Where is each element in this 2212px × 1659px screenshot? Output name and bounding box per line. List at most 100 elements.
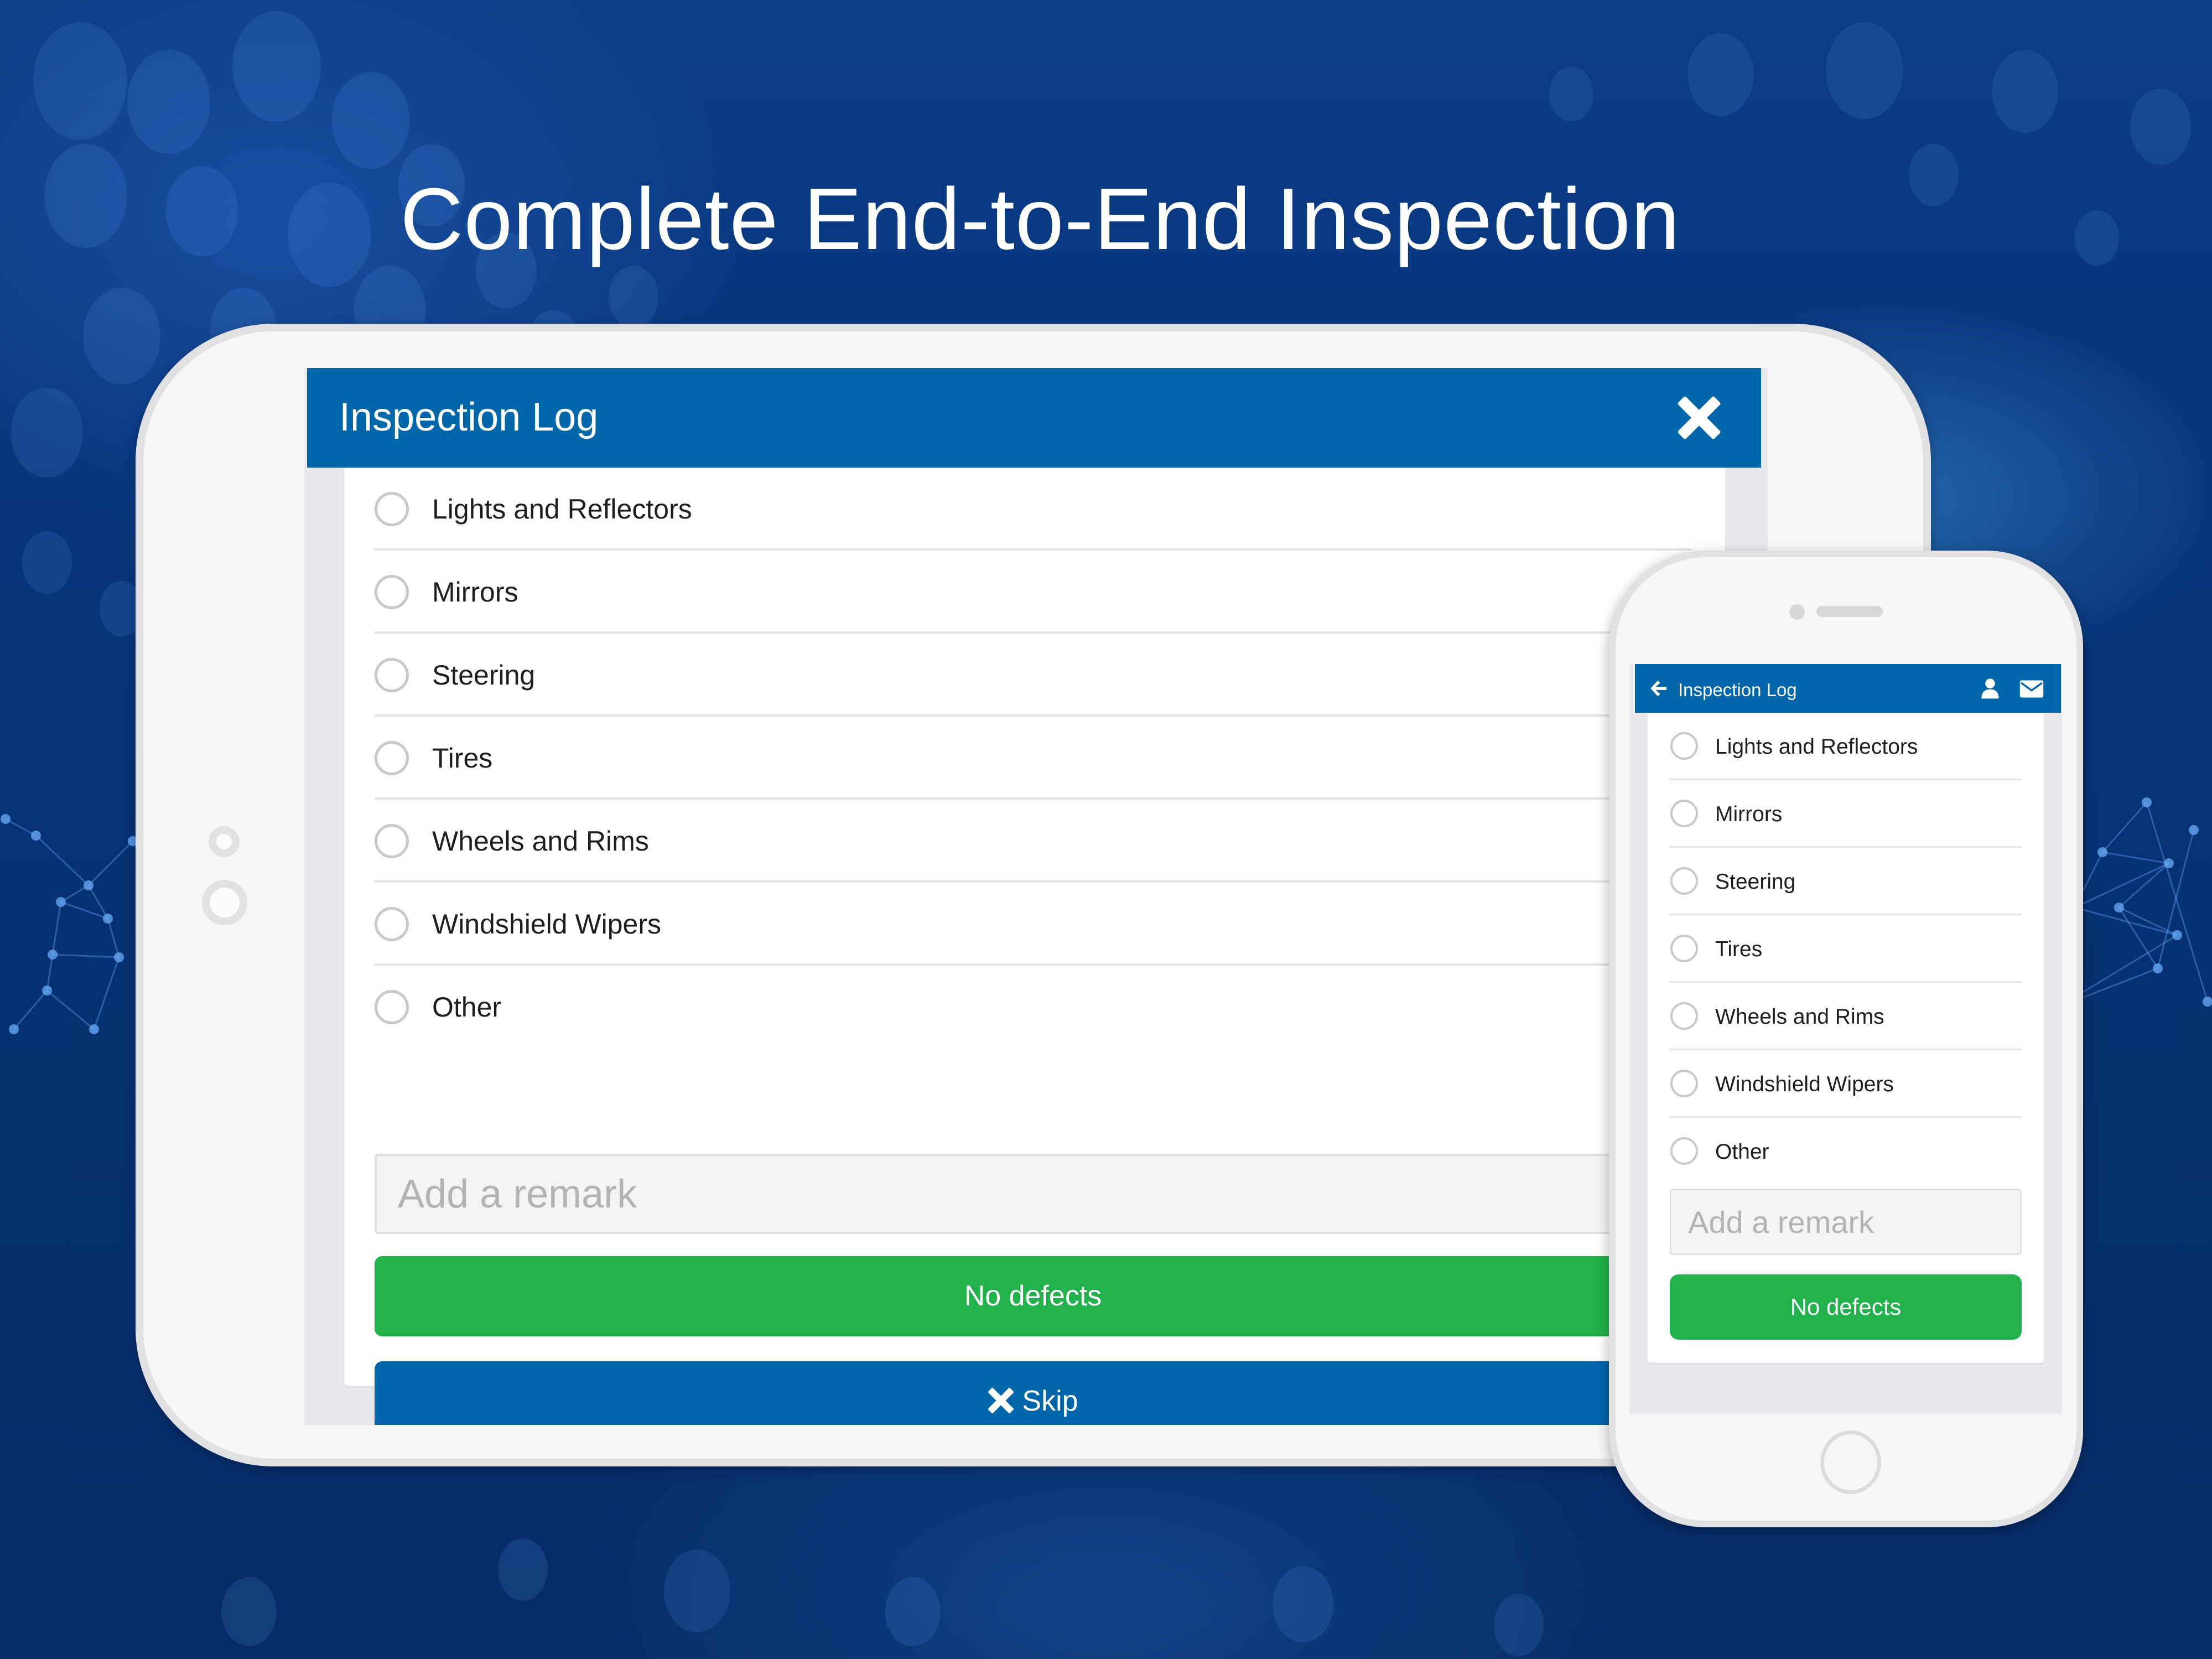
bokeh-circle: [1826, 22, 1903, 119]
radio-button[interactable]: [375, 741, 409, 775]
network-node: [84, 880, 94, 890]
network-node: [9, 1024, 19, 1034]
envelope-icon[interactable]: [2019, 680, 2044, 698]
checklist-item[interactable]: Windshield Wipers: [1669, 1050, 2022, 1118]
checklist-item[interactable]: Lights and Reflectors: [1669, 713, 2022, 780]
radio-button[interactable]: [1670, 732, 1698, 760]
bokeh-circle: [664, 1549, 730, 1632]
checklist-item[interactable]: Steering: [375, 634, 1691, 717]
network-edge: [60, 884, 89, 903]
radio-button[interactable]: [1670, 800, 1698, 827]
bokeh-circle: [33, 22, 127, 140]
radio-button[interactable]: [1670, 1002, 1698, 1030]
tablet-camera-icon: [209, 826, 240, 857]
network-edge: [2101, 802, 2148, 853]
page-headline: Complete End-to-End Inspection: [400, 170, 1680, 268]
checklist-item-label: Other: [1715, 1140, 1769, 1164]
network-edge: [2074, 906, 2178, 936]
network-node: [31, 831, 41, 841]
network-node: [2189, 825, 2199, 835]
checklist-item-label: Tires: [1715, 937, 1763, 961]
radio-button[interactable]: [375, 824, 409, 858]
network-node: [2203, 997, 2212, 1007]
bokeh-circle: [1494, 1594, 1544, 1656]
checklist-item-label: Mirrors: [1715, 802, 1783, 826]
network-node: [2164, 858, 2174, 868]
checklist-item-label: Other: [432, 992, 502, 1023]
no-defects-button-label: No defects: [964, 1280, 1102, 1312]
checklist-item[interactable]: Tires: [1669, 915, 2022, 983]
checklist-item[interactable]: Mirrors: [1669, 780, 2022, 848]
checklist-item-label: Windshield Wipers: [1715, 1072, 1894, 1096]
phone-speaker: [1816, 606, 1883, 617]
checklist-item[interactable]: Wheels and Rims: [1669, 983, 2022, 1050]
radio-button[interactable]: [375, 575, 409, 609]
network-edge: [60, 901, 108, 920]
bokeh-circle: [232, 11, 321, 122]
checklist-item[interactable]: Steering: [1669, 848, 2022, 915]
bokeh-circle: [332, 72, 409, 169]
network-node: [114, 952, 124, 962]
bokeh-circle: [2075, 210, 2119, 266]
radio-button[interactable]: [375, 492, 409, 526]
checklist-item-label: Steering: [432, 660, 536, 691]
bokeh-circle: [885, 1577, 941, 1646]
phone-screen: Inspection Log Lights and Reflectors Mir…: [1629, 664, 2062, 1414]
checklist-item[interactable]: Other: [1669, 1118, 2022, 1185]
user-icon[interactable]: [1980, 677, 2000, 699]
network-edge: [46, 954, 54, 991]
network-edge: [5, 818, 37, 837]
radio-button[interactable]: [1670, 1070, 1698, 1097]
bokeh-circle: [83, 288, 160, 385]
tablet-header-bar: Inspection Log: [307, 368, 1761, 468]
bokeh-circle: [1549, 66, 1593, 122]
bokeh-circle: [498, 1538, 548, 1601]
network-edge: [2146, 802, 2209, 1002]
checklist-item-label: Mirrors: [432, 577, 518, 608]
bokeh-circle: [1273, 1566, 1333, 1642]
checklist-item[interactable]: Windshield Wipers: [375, 883, 1691, 966]
network-node: [103, 914, 113, 924]
checklist-item[interactable]: Tires: [375, 717, 1691, 800]
no-defects-button[interactable]: No defects: [1670, 1274, 2022, 1340]
bokeh-circle: [1687, 33, 1754, 116]
no-defects-button-label: No defects: [1790, 1294, 1902, 1320]
phone-inspection-card: Lights and Reflectors Mirrors Steering T…: [1648, 713, 2044, 1363]
phone-header-title: Inspection Log: [1678, 680, 1797, 700]
remark-input[interactable]: [1670, 1189, 2022, 1255]
radio-button[interactable]: [1670, 1137, 1698, 1165]
network-edge: [87, 885, 109, 919]
close-icon: [988, 1387, 1014, 1414]
bokeh-circle: [221, 1577, 277, 1646]
network-edge: [46, 989, 95, 1030]
radio-button[interactable]: [375, 907, 409, 941]
arrow-left-icon[interactable]: [1648, 678, 1668, 698]
network-edge: [2118, 907, 2159, 969]
network-edge: [87, 840, 134, 886]
checklist-item[interactable]: Lights and Reflectors: [375, 468, 1691, 551]
no-defects-button[interactable]: No defects: [375, 1256, 1691, 1336]
bokeh-circle: [22, 531, 72, 594]
network-edge: [51, 901, 62, 955]
phone-header-bar: Inspection Log: [1635, 664, 2061, 713]
network-node: [2172, 930, 2182, 940]
radio-button[interactable]: [375, 658, 409, 692]
checklist-item-label: Lights and Reflectors: [1715, 735, 1918, 759]
checklist-item[interactable]: Wheels and Rims: [375, 800, 1691, 883]
skip-button-label: Skip: [1022, 1385, 1078, 1417]
network-node: [2142, 797, 2152, 807]
radio-button[interactable]: [375, 990, 409, 1024]
network-edge: [2118, 906, 2178, 936]
phone-home-button[interactable]: [1820, 1430, 1881, 1494]
network-edge: [2102, 851, 2169, 864]
radio-button[interactable]: [1670, 867, 1698, 895]
remark-input[interactable]: [375, 1154, 1664, 1234]
radio-button[interactable]: [1670, 935, 1698, 962]
bokeh-circle: [609, 266, 658, 328]
checklist-item[interactable]: Mirrors: [375, 551, 1691, 634]
close-icon[interactable]: [1677, 396, 1721, 440]
checklist-item-label: Steering: [1715, 870, 1796, 894]
skip-button[interactable]: Skip: [375, 1361, 1691, 1425]
network-edge: [2118, 862, 2169, 909]
checklist-item[interactable]: Other: [375, 966, 1691, 1049]
